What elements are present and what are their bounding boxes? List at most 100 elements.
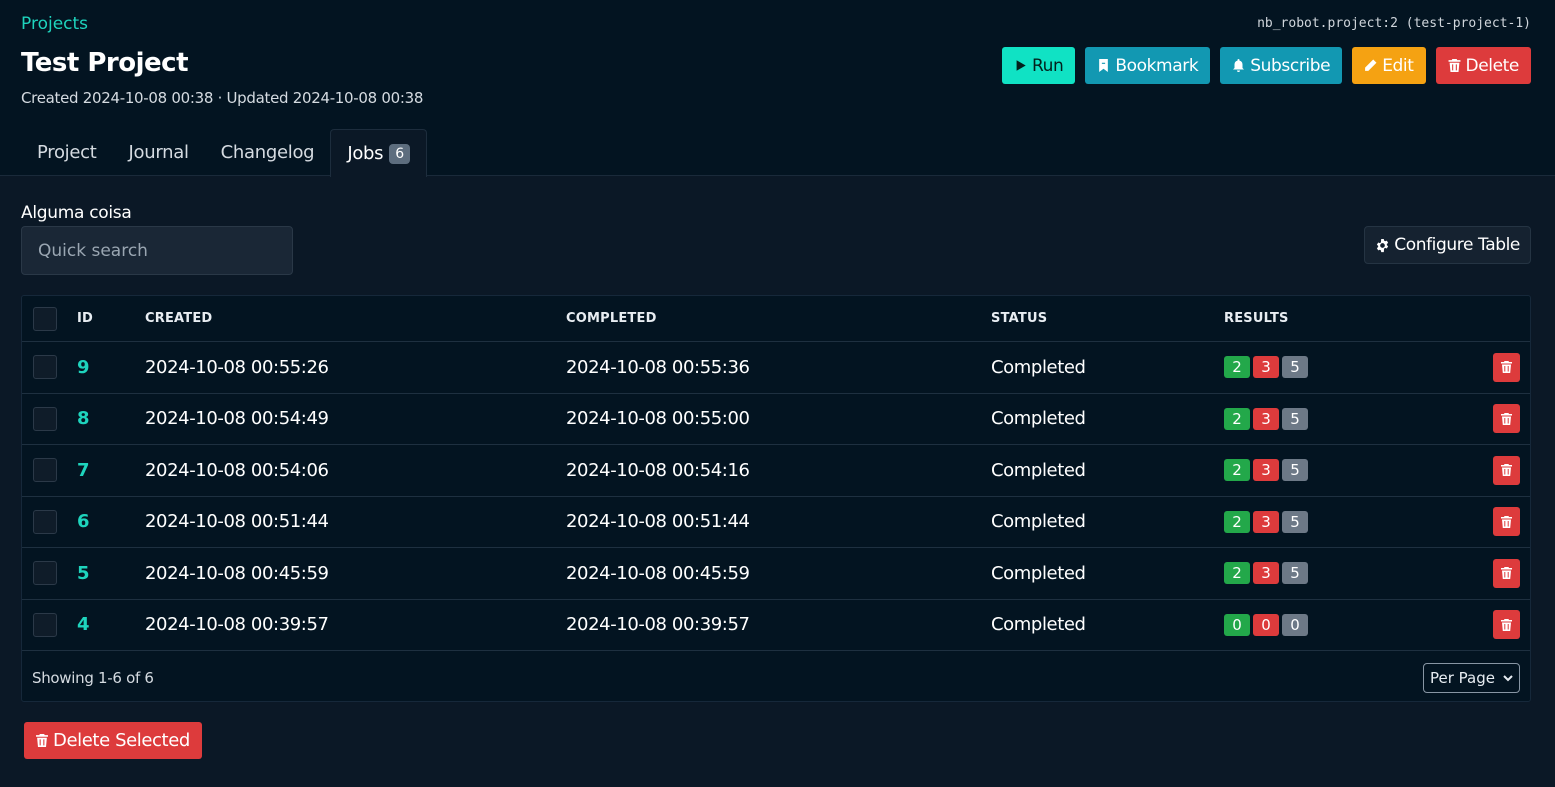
passed-badge: 0 — [1224, 613, 1250, 636]
tab-journal[interactable]: Journal — [113, 129, 205, 176]
job-id-link[interactable]: 7 — [77, 460, 90, 481]
trash-icon — [1501, 412, 1512, 425]
table-row: 4 2024-10-08 00:39:57 2024-10-08 00:39:5… — [22, 600, 1530, 651]
completed-cell: 2024-10-08 00:39:57 — [566, 614, 750, 636]
tab-label: Changelog — [220, 142, 315, 163]
passed-badge: 2 — [1224, 356, 1250, 379]
failed-badge: 3 — [1253, 407, 1279, 430]
quick-search-input[interactable] — [21, 226, 293, 275]
per-page-label: Per Page — [1430, 669, 1495, 687]
table-row: 9 2024-10-08 00:55:26 2024-10-08 00:55:3… — [22, 342, 1530, 394]
status-cell: Completed — [991, 614, 1086, 636]
chevron-down-icon — [1503, 675, 1513, 682]
skipped-badge: 5 — [1282, 407, 1308, 430]
row-delete-button[interactable] — [1493, 558, 1520, 588]
status-cell: Completed — [991, 562, 1086, 584]
select-all-checkbox[interactable] — [33, 306, 57, 331]
column-header-status[interactable]: STATUS — [991, 296, 1047, 341]
completed-cell: 2024-10-08 00:55:00 — [566, 408, 750, 430]
tab-project[interactable]: Project — [21, 129, 113, 176]
tab-jobs[interactable]: Jobs 6 — [330, 129, 427, 177]
row-delete-button[interactable] — [1493, 610, 1520, 640]
trash-icon — [1501, 515, 1512, 528]
skipped-badge: 0 — [1282, 613, 1308, 636]
completed-cell: 2024-10-08 00:45:59 — [566, 562, 750, 584]
trash-icon — [36, 734, 48, 747]
delete-selected-label: Delete Selected — [53, 730, 190, 751]
row-checkbox[interactable] — [33, 561, 57, 586]
job-id-link[interactable]: 4 — [77, 614, 90, 635]
jobs-count-badge: 6 — [389, 143, 410, 164]
page-meta: Created 2024-10-08 00:38 · Updated 2024-… — [21, 89, 424, 107]
row-delete-button[interactable] — [1493, 455, 1520, 485]
edit-label: Edit — [1382, 55, 1414, 76]
status-cell: Completed — [991, 511, 1086, 533]
pencil-icon — [1365, 59, 1377, 71]
delete-button[interactable]: Delete — [1435, 47, 1531, 84]
column-header-id[interactable]: ID — [77, 296, 93, 341]
action-bar: Run Bookmark Subscribe Edit Delete — [1001, 47, 1531, 84]
job-id-link[interactable]: 5 — [77, 563, 90, 584]
created-cell: 2024-10-08 00:45:59 — [145, 562, 329, 584]
subscribe-label: Subscribe — [1250, 55, 1331, 76]
tab-label: Project — [37, 142, 97, 163]
gear-icon — [1377, 238, 1389, 252]
page-title: Test Project — [21, 48, 189, 78]
created-cell: 2024-10-08 00:55:26 — [145, 356, 329, 378]
skipped-badge: 5 — [1282, 356, 1308, 379]
edit-button[interactable]: Edit — [1352, 47, 1426, 84]
delete-label: Delete — [1465, 55, 1520, 76]
delete-selected-button[interactable]: Delete Selected — [24, 722, 202, 759]
passed-badge: 2 — [1224, 407, 1250, 430]
trash-icon — [1501, 464, 1512, 477]
column-header-created[interactable]: CREATED — [145, 296, 212, 341]
job-id-link[interactable]: 6 — [77, 511, 90, 532]
job-id-link[interactable]: 8 — [77, 408, 90, 429]
skipped-badge: 5 — [1282, 562, 1308, 585]
row-delete-button[interactable] — [1493, 507, 1520, 537]
tab-bar: Project Journal Changelog Jobs 6 — [21, 129, 427, 177]
row-checkbox[interactable] — [33, 509, 57, 534]
breadcrumb-projects[interactable]: Projects — [21, 14, 88, 34]
tab-changelog[interactable]: Changelog — [205, 129, 331, 176]
completed-cell: 2024-10-08 00:51:44 — [566, 511, 750, 533]
failed-badge: 3 — [1253, 510, 1279, 533]
run-button[interactable]: Run — [1001, 47, 1076, 84]
skipped-badge: 5 — [1282, 459, 1308, 482]
created-cell: 2024-10-08 00:39:57 — [145, 614, 329, 636]
status-cell: Completed — [991, 356, 1086, 378]
filter-label: Alguma coisa — [21, 203, 132, 223]
trash-icon — [1448, 59, 1460, 72]
bookmark-button[interactable]: Bookmark — [1085, 47, 1211, 84]
table-header: ID CREATED COMPLETED STATUS RESULTS — [22, 296, 1530, 342]
row-checkbox[interactable] — [33, 355, 57, 380]
row-checkbox[interactable] — [33, 406, 57, 431]
row-checkbox[interactable] — [33, 612, 57, 637]
job-id-link[interactable]: 9 — [77, 357, 90, 378]
run-label: Run — [1031, 55, 1064, 76]
created-cell: 2024-10-08 00:54:49 — [145, 408, 329, 430]
column-header-completed[interactable]: COMPLETED — [566, 296, 657, 341]
status-cell: Completed — [991, 459, 1086, 481]
failed-badge: 3 — [1253, 356, 1279, 379]
table-row: 7 2024-10-08 00:54:06 2024-10-08 00:54:1… — [22, 445, 1530, 497]
per-page-select[interactable]: Per Page — [1423, 663, 1520, 693]
row-checkbox[interactable] — [33, 458, 57, 483]
row-delete-button[interactable] — [1493, 404, 1520, 434]
created-cell: 2024-10-08 00:51:44 — [145, 511, 329, 533]
status-cell: Completed — [991, 408, 1086, 430]
row-delete-button[interactable] — [1493, 352, 1520, 382]
trash-icon — [1501, 567, 1512, 580]
configure-table-label: Configure Table — [1394, 235, 1520, 255]
subscribe-button[interactable]: Subscribe — [1220, 47, 1343, 84]
table-row: 8 2024-10-08 00:54:49 2024-10-08 00:55:0… — [22, 394, 1530, 445]
configure-table-button[interactable]: Configure Table — [1364, 226, 1531, 264]
created-cell: 2024-10-08 00:54:06 — [145, 459, 329, 481]
passed-badge: 2 — [1224, 459, 1250, 482]
table-footer: Showing 1-6 of 6 Per Page — [22, 651, 1530, 703]
jobs-table: ID CREATED COMPLETED STATUS RESULTS 9 20… — [21, 295, 1531, 702]
column-header-results: RESULTS — [1224, 311, 1289, 326]
table-row: 6 2024-10-08 00:51:44 2024-10-08 00:51:4… — [22, 497, 1530, 548]
play-icon — [1016, 60, 1026, 71]
passed-badge: 2 — [1224, 562, 1250, 585]
